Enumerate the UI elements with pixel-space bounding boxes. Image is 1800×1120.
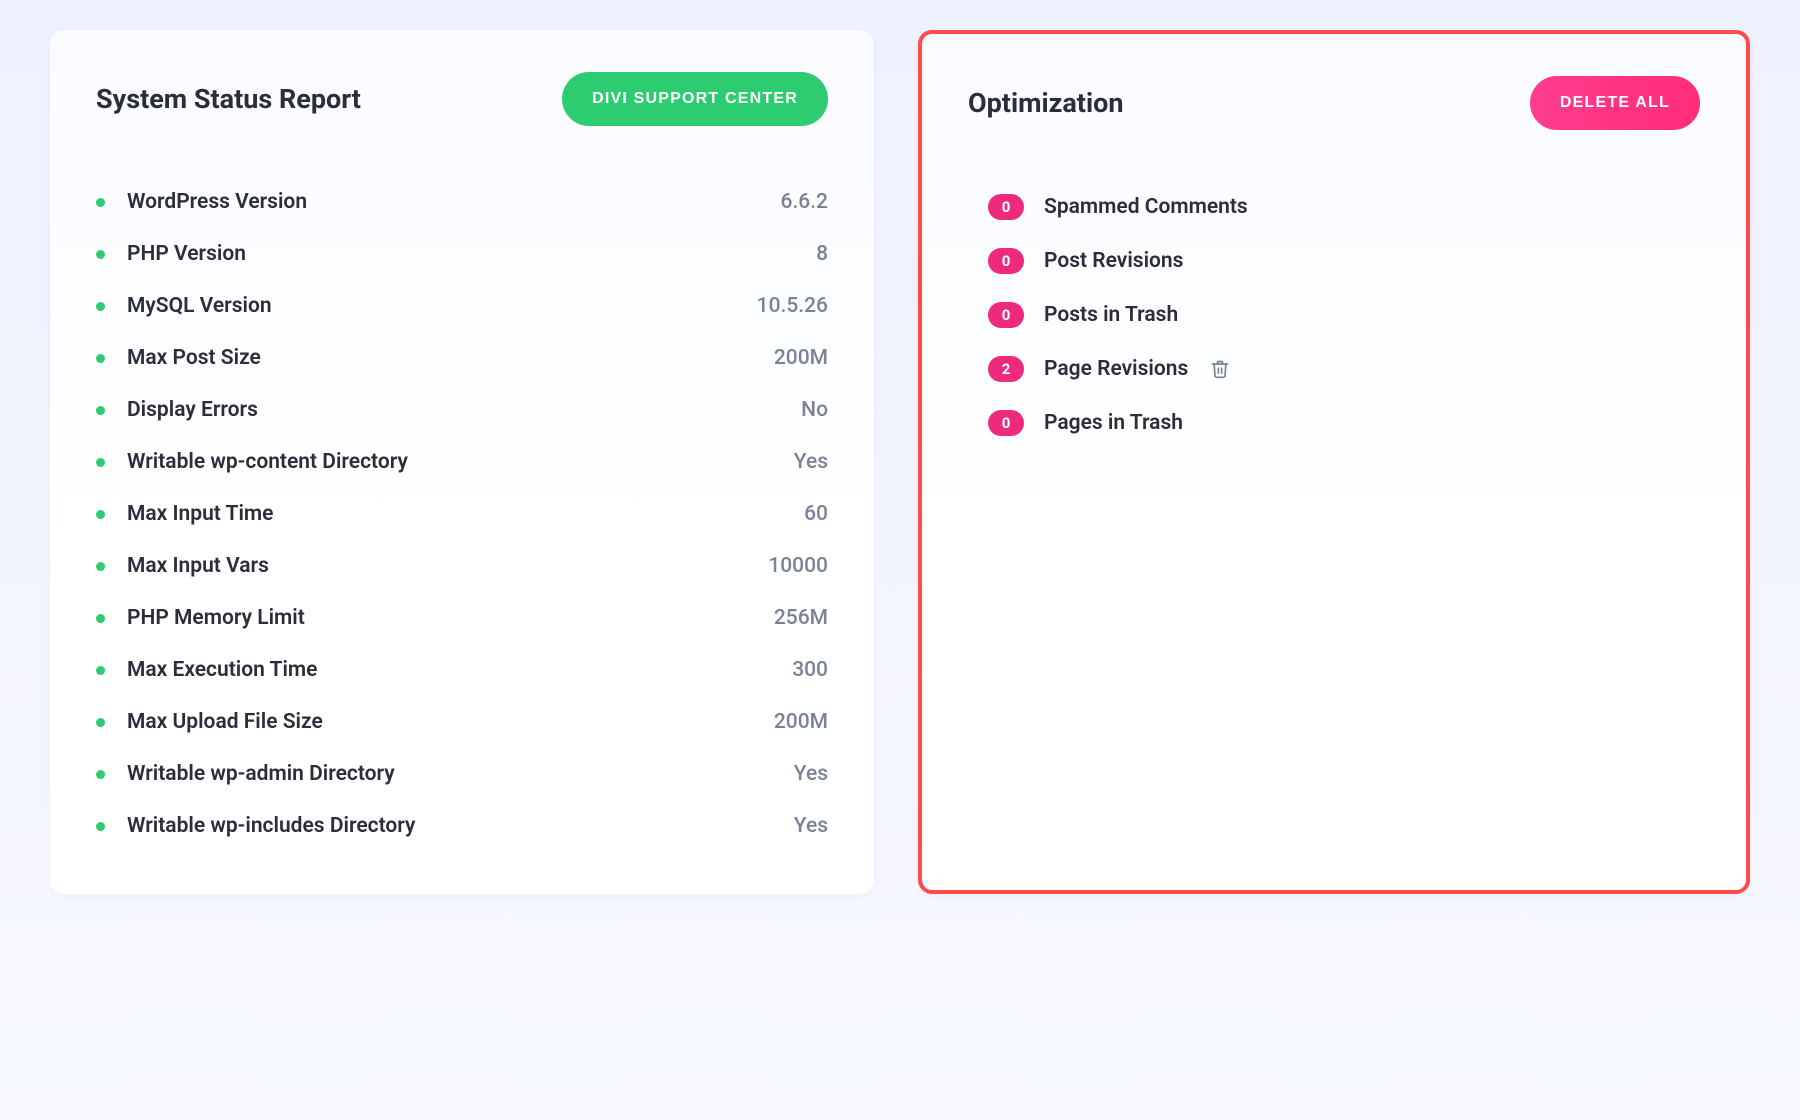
status-card-header: System Status Report DIVI SUPPORT CENTER <box>96 72 828 126</box>
status-value: 10.5.26 <box>757 294 828 318</box>
optimization-label: Page Revisions <box>1044 357 1188 381</box>
trash-icon[interactable] <box>1210 358 1230 380</box>
status-value: 60 <box>804 502 828 526</box>
status-dot-icon <box>96 666 105 675</box>
status-dot-icon <box>96 770 105 779</box>
optimization-list: 0 Spammed Comments 0 Post Revisions 0 Posts i… <box>968 180 1700 450</box>
status-label: Max Input Vars <box>127 554 768 578</box>
status-label: Writable wp-admin Directory <box>127 762 794 786</box>
status-value: Yes <box>794 450 828 474</box>
optimization-card: Optimization DELETE ALL 0 Spammed Comment… <box>918 30 1750 894</box>
optimization-label: Spammed Comments <box>1044 195 1248 219</box>
status-row: Display ErrorsNo <box>96 384 828 436</box>
status-dot-icon <box>96 302 105 311</box>
status-row: Max Input Time60 <box>96 488 828 540</box>
optimization-label: Pages in Trash <box>1044 411 1183 435</box>
status-label: PHP Memory Limit <box>127 606 774 630</box>
status-label: Writable wp-content Directory <box>127 450 794 474</box>
status-value: 10000 <box>768 554 828 578</box>
status-label: Writable wp-includes Directory <box>127 814 794 838</box>
status-value: No <box>801 398 828 422</box>
status-dot-icon <box>96 458 105 467</box>
system-status-card: System Status Report DIVI SUPPORT CENTER… <box>50 30 874 894</box>
status-row: WordPress Version6.6.2 <box>96 176 828 228</box>
optimization-row: 0 Pages in Trash <box>988 396 1700 450</box>
status-dot-icon <box>96 614 105 623</box>
status-row: Max Execution Time300 <box>96 644 828 696</box>
status-value: 6.6.2 <box>781 190 828 214</box>
optimization-card-title: Optimization <box>968 87 1123 119</box>
optimization-label: Post Revisions <box>1044 249 1183 273</box>
status-value: 200M <box>774 346 828 370</box>
optimization-card-header: Optimization DELETE ALL <box>968 76 1700 130</box>
status-dot-icon <box>96 822 105 831</box>
status-row: Max Input Vars10000 <box>96 540 828 592</box>
delete-all-button[interactable]: DELETE ALL <box>1530 76 1700 130</box>
count-badge: 0 <box>988 248 1024 274</box>
optimization-label: Posts in Trash <box>1044 303 1178 327</box>
status-label: Max Post Size <box>127 346 774 370</box>
optimization-row: 0 Post Revisions <box>988 234 1700 288</box>
status-label: PHP Version <box>127 242 816 266</box>
status-row: Max Upload File Size200M <box>96 696 828 748</box>
status-label: Display Errors <box>127 398 801 422</box>
status-dot-icon <box>96 198 105 207</box>
optimization-row: 2 Page Revisions <box>988 342 1700 396</box>
status-dot-icon <box>96 718 105 727</box>
status-label: Max Input Time <box>127 502 804 526</box>
status-label: WordPress Version <box>127 190 781 214</box>
optimization-row: 0 Posts in Trash <box>988 288 1700 342</box>
status-row: Max Post Size200M <box>96 332 828 384</box>
status-row: Writable wp-content DirectoryYes <box>96 436 828 488</box>
status-dot-icon <box>96 406 105 415</box>
status-row: MySQL Version10.5.26 <box>96 280 828 332</box>
status-label: Max Upload File Size <box>127 710 774 734</box>
status-label: Max Execution Time <box>127 658 792 682</box>
status-list: WordPress Version6.6.2PHP Version8MySQL … <box>96 176 828 852</box>
count-badge: 0 <box>988 410 1024 436</box>
status-value: 8 <box>816 242 828 266</box>
status-value: Yes <box>794 814 828 838</box>
count-badge: 0 <box>988 194 1024 220</box>
status-card-title: System Status Report <box>96 83 361 115</box>
divi-support-center-button[interactable]: DIVI SUPPORT CENTER <box>562 72 828 126</box>
status-value: 200M <box>774 710 828 734</box>
optimization-row: 0 Spammed Comments <box>988 180 1700 234</box>
status-dot-icon <box>96 354 105 363</box>
status-label: MySQL Version <box>127 294 757 318</box>
status-dot-icon <box>96 510 105 519</box>
status-row: Writable wp-includes DirectoryYes <box>96 800 828 852</box>
status-row: PHP Memory Limit256M <box>96 592 828 644</box>
status-row: Writable wp-admin DirectoryYes <box>96 748 828 800</box>
status-value: Yes <box>794 762 828 786</box>
status-dot-icon <box>96 562 105 571</box>
status-dot-icon <box>96 250 105 259</box>
count-badge: 2 <box>988 356 1024 382</box>
count-badge: 0 <box>988 302 1024 328</box>
status-value: 256M <box>774 606 828 630</box>
status-value: 300 <box>792 658 828 682</box>
status-row: PHP Version8 <box>96 228 828 280</box>
